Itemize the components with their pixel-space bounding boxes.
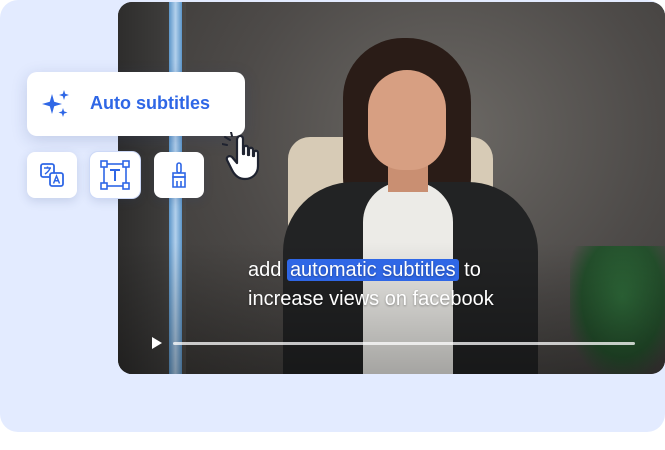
play-icon[interactable] (152, 337, 162, 349)
auto-subtitles-label: Auto subtitles (90, 93, 210, 113)
subtitle-text-before: add (248, 259, 282, 281)
auto-subtitles-button[interactable]: Auto subtitles (27, 72, 245, 136)
brush-button[interactable] (154, 152, 204, 198)
text-box-button[interactable] (90, 152, 140, 198)
subtitle-highlight: automatic subtitles (286, 259, 459, 281)
presenter-face (368, 70, 446, 170)
sparkle-icon (42, 90, 69, 117)
subtitle-text-after: to (464, 259, 481, 281)
translate-icon (40, 163, 64, 187)
hand-cursor-icon (222, 132, 260, 181)
subtitle-line-1: add automatic subtitles to (248, 256, 578, 285)
text-box-icon (100, 160, 130, 190)
brush-icon (172, 162, 186, 188)
subtitle-line-2: increase views on facebook (248, 288, 494, 310)
subtitle-caption: add automatic subtitles to increase view… (248, 256, 578, 314)
progress-bar[interactable] (173, 342, 635, 345)
translate-button[interactable] (27, 152, 77, 198)
